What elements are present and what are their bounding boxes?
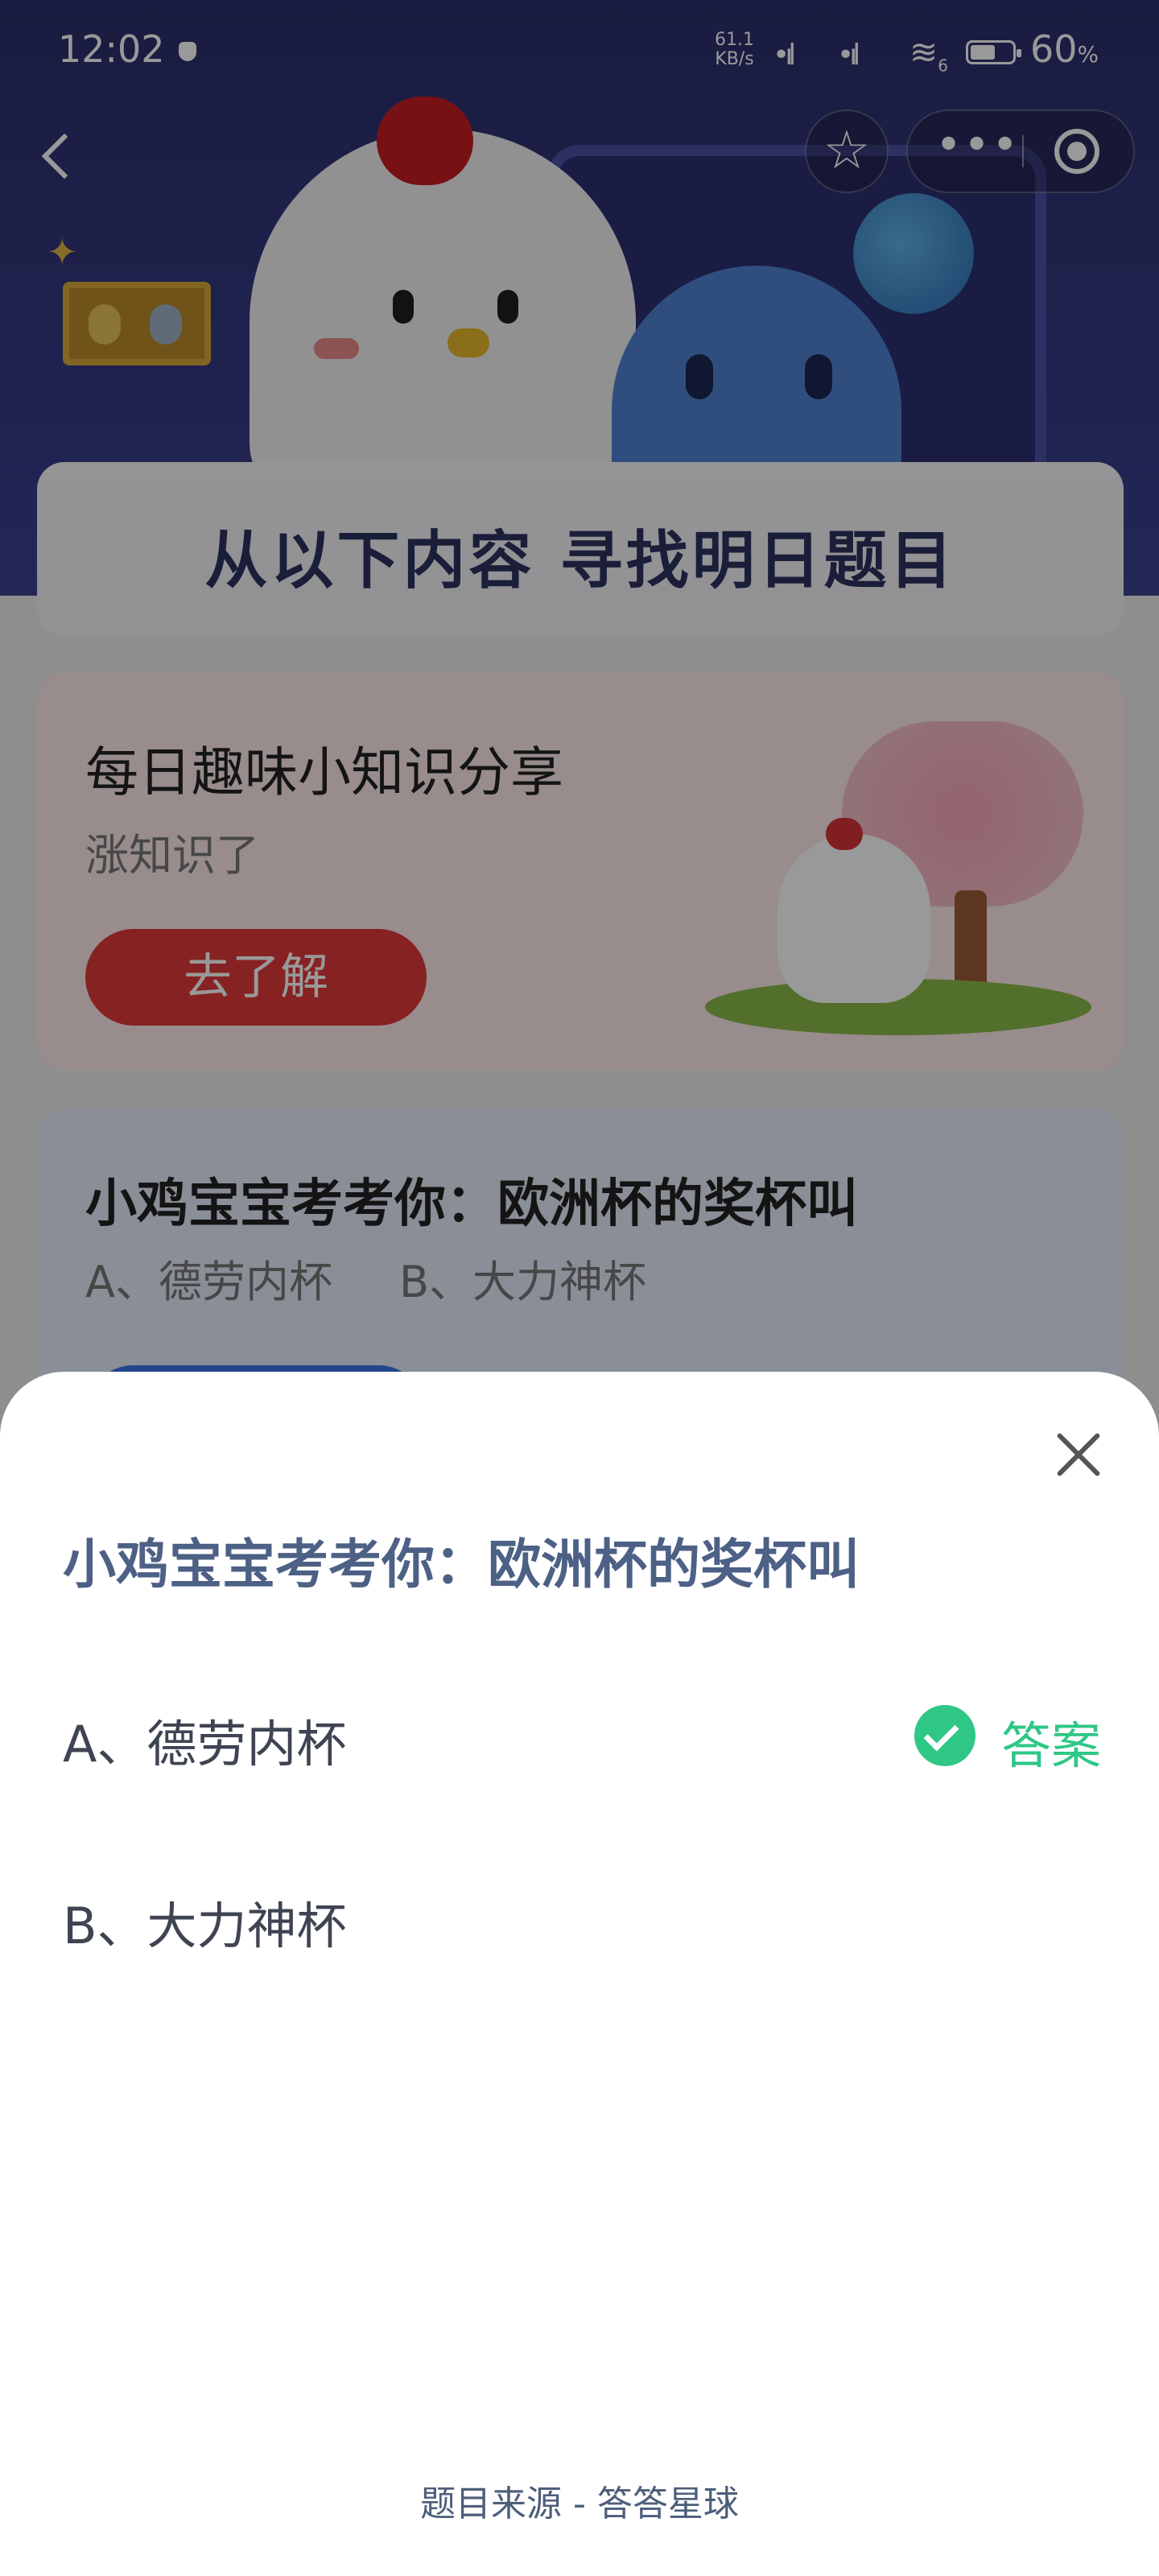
answer-label: 答案 (1000, 1716, 1101, 1775)
sheet-option-b[interactable]: B、大力神杯 (63, 1856, 1101, 1969)
sheet-question: 小鸡宝宝考考你：欧洲杯的奖杯叫 (63, 1534, 860, 1596)
sheet-option-a[interactable]: A、德劳内杯 答案 (63, 1674, 1101, 1787)
option-label: B、大力神杯 (63, 1897, 347, 1955)
close-sheet-button[interactable] (1046, 1423, 1111, 1488)
option-label: A、德劳内杯 (63, 1715, 347, 1773)
answer-sheet: 小鸡宝宝考考你：欧洲杯的奖杯叫 A、德劳内杯 答案 B、大力神杯 题目来源 - … (0, 1372, 1159, 2576)
question-source: 题目来源 - 答答星球 (420, 2483, 739, 2524)
check-circle-icon (914, 1705, 975, 1766)
